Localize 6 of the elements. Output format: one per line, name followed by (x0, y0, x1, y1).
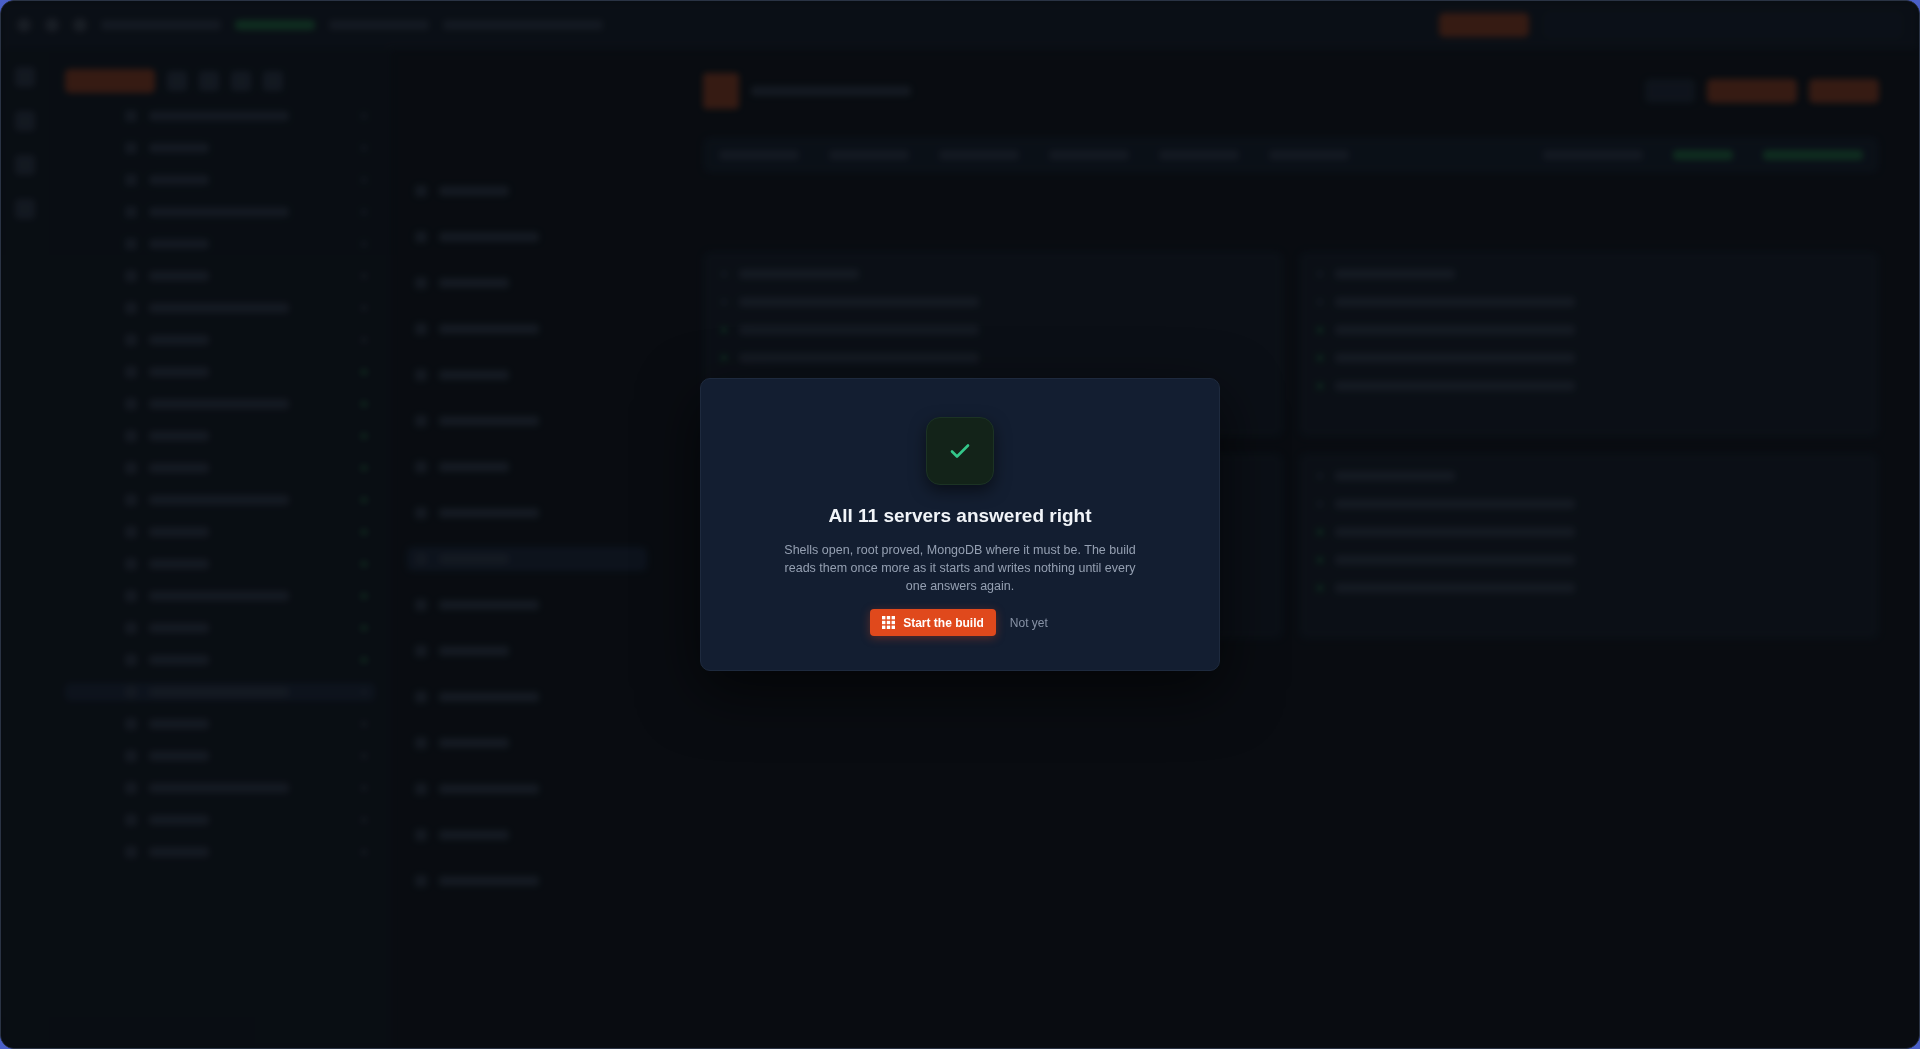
grid-icon (882, 616, 896, 629)
not-yet-button[interactable]: Not yet (1007, 611, 1050, 634)
dialog-title: All 11 servers answered right (828, 505, 1092, 527)
dialog-message: Shells open, root proved, MongoDB where it must be. The build reads them once more as it starts and writes nothing until every one answers again. (783, 542, 1137, 595)
start-build-button[interactable]: Start the build (870, 609, 996, 636)
check-icon (926, 417, 994, 485)
